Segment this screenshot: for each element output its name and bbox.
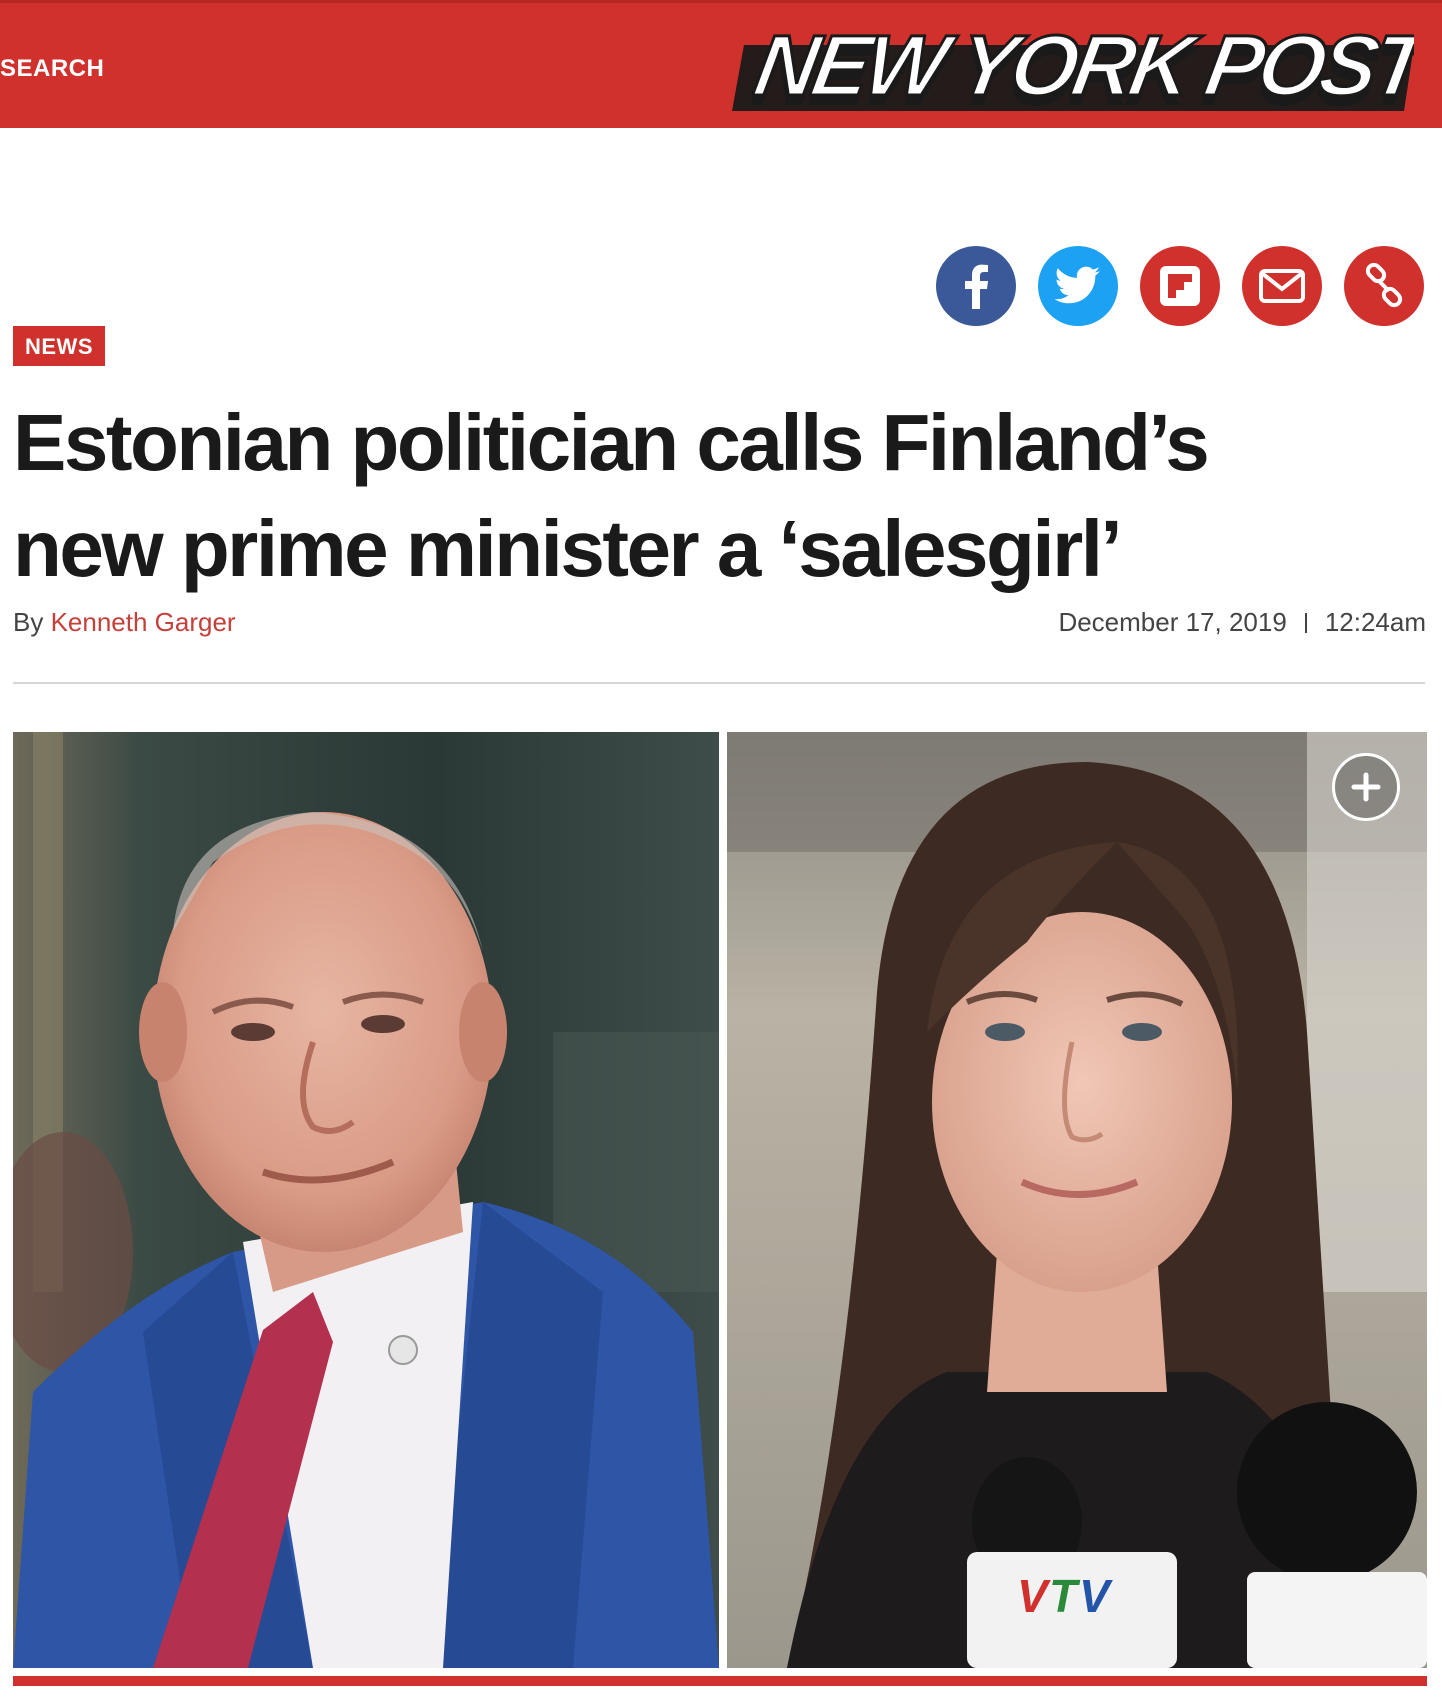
svg-text:V: V <box>1079 1570 1113 1622</box>
facebook-share-button[interactable] <box>936 246 1016 326</box>
byline-prefix: By <box>13 607 44 637</box>
publish-date: December 17, 2019 <box>1058 607 1287 637</box>
search-button[interactable]: SEARCH <box>0 55 104 83</box>
plus-icon <box>1351 772 1381 802</box>
email-icon <box>1259 269 1305 303</box>
site-logo[interactable]: NEW YORK POST NEW YORK POST <box>714 11 1414 119</box>
svg-text:V: V <box>1017 1570 1051 1622</box>
share-bar <box>936 246 1424 326</box>
dateline: December 17, 2019 12:24am <box>1058 607 1426 638</box>
publish-time: 12:24am <box>1324 607 1426 637</box>
photo-finnish-prime-minister[interactable]: V T V <box>727 732 1427 1668</box>
facebook-icon <box>965 264 988 309</box>
date-separator <box>1304 613 1307 633</box>
twitter-share-button[interactable] <box>1038 246 1118 326</box>
expand-gallery-button[interactable] <box>1332 753 1400 821</box>
headline-line-1: Estonian politician calls Finland’s <box>13 398 1210 487</box>
link-icon <box>1365 263 1403 308</box>
flipboard-share-button[interactable] <box>1140 246 1220 326</box>
author-link[interactable]: Kenneth Garger <box>51 607 236 637</box>
byline: By Kenneth Garger <box>13 607 236 638</box>
twitter-icon <box>1055 266 1100 304</box>
headline-line-2: new prime minister a ‘salesgirl’ <box>13 504 1123 593</box>
svg-text:T: T <box>1049 1570 1081 1622</box>
photo-estonian-politician[interactable] <box>13 732 719 1668</box>
copy-link-button[interactable] <box>1344 246 1424 326</box>
article-headline: Estonian politician calls Finland’s new … <box>13 390 1433 602</box>
site-header: SEARCH NEW YORK POST NEW YORK POST <box>0 0 1442 128</box>
section-tag[interactable]: NEWS <box>13 326 105 366</box>
divider <box>13 682 1425 684</box>
email-share-button[interactable] <box>1242 246 1322 326</box>
flipboard-icon <box>1160 266 1200 306</box>
bottom-accent-bar <box>13 1676 1427 1686</box>
logo-text-front: NEW YORK POST <box>748 19 1414 114</box>
